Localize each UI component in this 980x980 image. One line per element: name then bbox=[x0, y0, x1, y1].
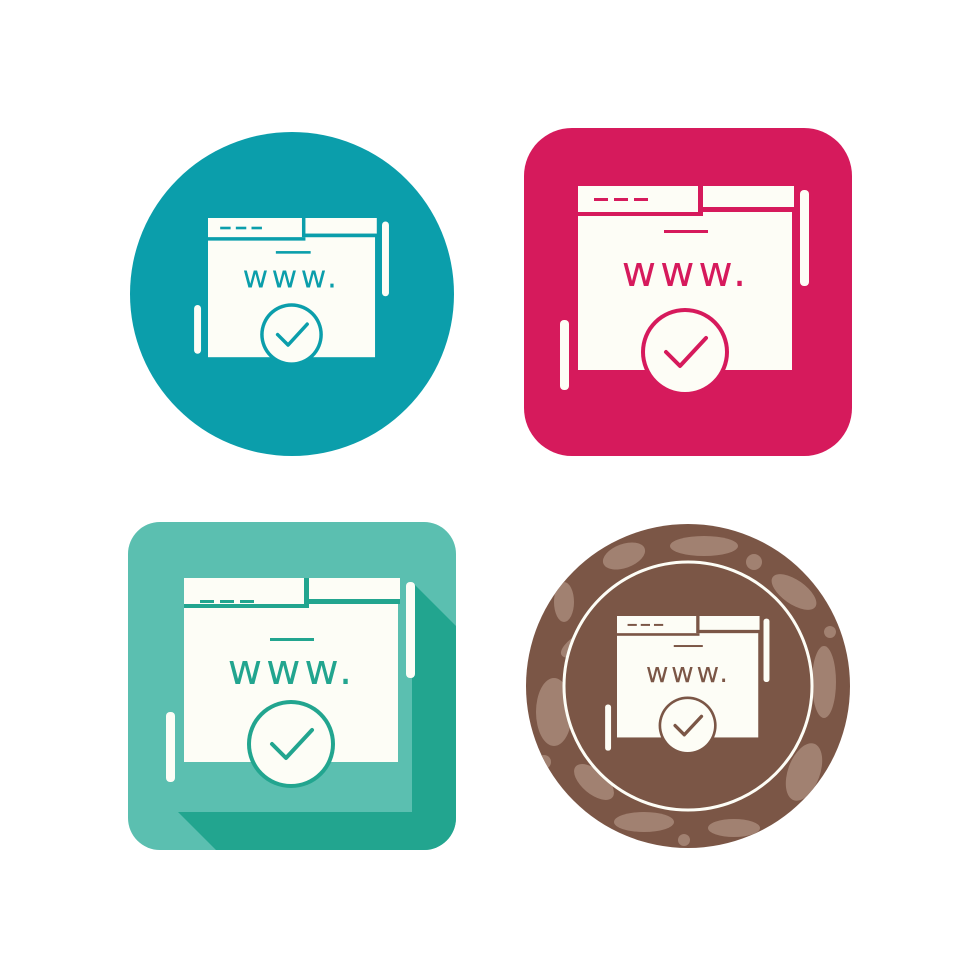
web-check-circle-grunge: www. bbox=[524, 522, 852, 850]
www-label: www. bbox=[646, 656, 731, 689]
web-check-circle-teal: www. bbox=[128, 130, 456, 458]
web-check-square-long-shadow: www. bbox=[128, 522, 456, 850]
web-check-icon: www. bbox=[128, 522, 456, 850]
web-check-icon: www. bbox=[130, 132, 454, 456]
www-label: www. bbox=[228, 645, 357, 694]
web-check-icon: www. bbox=[526, 524, 850, 848]
web-check-icon: www. bbox=[524, 128, 852, 456]
www-label: www. bbox=[243, 260, 341, 296]
web-check-square-magenta: www. bbox=[524, 128, 852, 456]
www-label: www. bbox=[622, 247, 751, 296]
